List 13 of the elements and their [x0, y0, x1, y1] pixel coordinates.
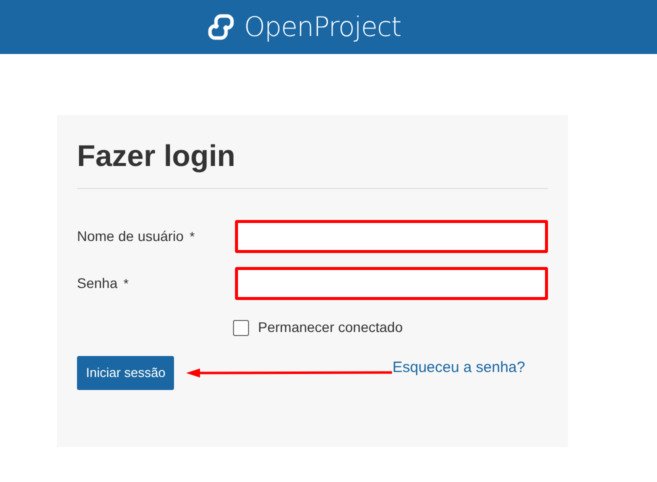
login-button[interactable]: Iniciar sessão: [77, 356, 174, 390]
login-title: Fazer login: [77, 137, 548, 189]
input-field[interactable]: [235, 267, 548, 300]
required-mark: *: [123, 274, 129, 293]
checkbox-label: Permanecer conectado: [258, 318, 403, 337]
input-field[interactable]: [235, 220, 548, 253]
checkbox[interactable]: [233, 320, 249, 336]
logo-icon: [206, 14, 236, 40]
logo-text: OpenProject: [244, 14, 402, 40]
field-label: Nome de usuário: [77, 227, 184, 246]
required-mark: *: [190, 228, 195, 246]
field-label: Senha: [77, 274, 118, 293]
forgot-password-link[interactable]: Esqueceu a senha?: [392, 357, 526, 380]
